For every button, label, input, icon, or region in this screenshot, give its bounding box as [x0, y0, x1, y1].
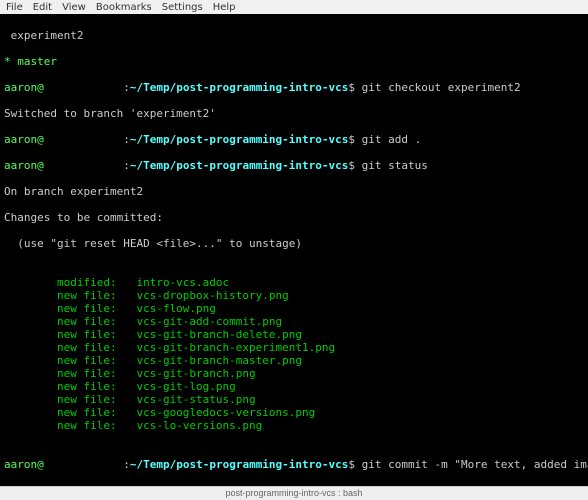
terminal-tab: experiment2 — [4, 29, 584, 42]
output-on-branch: On branch experiment2 — [4, 185, 584, 198]
menu-edit[interactable]: Edit — [33, 2, 52, 13]
output-changes: Changes to be committed: — [4, 211, 584, 224]
cmd-add: git add . — [362, 133, 422, 146]
staged-file: new file: vcs-git-log.png — [4, 380, 584, 393]
staged-file: modified: intro-vcs.adoc — [4, 276, 584, 289]
prompt-line: aaron@ :~/Temp/post-programming-intro-vc… — [4, 159, 584, 172]
staged-file: new file: vcs-git-add-commit.png — [4, 315, 584, 328]
staged-file: new file: vcs-flow.png — [4, 302, 584, 315]
prompt-user: aaron@ — [4, 81, 44, 94]
menu-bar: File Edit View Bookmarks Settings Help — [0, 0, 588, 14]
staged-file: new file: vcs-git-branch.png — [4, 367, 584, 380]
staged-files-list: modified: intro-vcs.adoc new file: vcs-d… — [4, 276, 584, 432]
staged-file: new file: vcs-git-status.png — [4, 393, 584, 406]
menu-view[interactable]: View — [62, 2, 86, 13]
prompt-line: aaron@ :~/Temp/post-programming-intro-vc… — [4, 133, 584, 146]
staged-file: new file: vcs-dropbox-history.png — [4, 289, 584, 302]
staged-file: new file: vcs-googledocs-versions.png — [4, 406, 584, 419]
prompt-cwd: ~/Temp/post-programming-intro-vcs — [130, 81, 349, 94]
prompt-line: aaron@ :~/Temp/post-programming-intro-vc… — [4, 81, 584, 94]
output-unstage-hint: (use "git reset HEAD <file>..." to unsta… — [4, 237, 584, 250]
menu-bookmarks[interactable]: Bookmarks — [96, 2, 152, 13]
terminal-output[interactable]: experiment2 * master aaron@ :~/Temp/post… — [0, 14, 588, 500]
prompt-line: aaron@ :~/Temp/post-programming-intro-vc… — [4, 458, 584, 471]
branch-indicator: * master — [4, 55, 584, 68]
cmd-status: git status — [362, 159, 428, 172]
staged-file: new file: vcs-lo-versions.png — [4, 419, 584, 432]
output-switched: Switched to branch 'experiment2' — [4, 107, 584, 120]
cmd-commit: git commit -m "More text, added images." — [362, 458, 588, 471]
menu-settings[interactable]: Settings — [162, 2, 203, 13]
cmd-checkout: git checkout experiment2 — [362, 81, 521, 94]
staged-file: new file: vcs-git-branch-experiment1.png — [4, 341, 584, 354]
staged-file: new file: vcs-git-branch-delete.png — [4, 328, 584, 341]
menu-help[interactable]: Help — [213, 2, 236, 13]
menu-file[interactable]: File — [6, 2, 23, 13]
status-bar: post-programming-intro-vcs : bash — [0, 486, 588, 500]
staged-file: new file: vcs-git-branch-master.png — [4, 354, 584, 367]
